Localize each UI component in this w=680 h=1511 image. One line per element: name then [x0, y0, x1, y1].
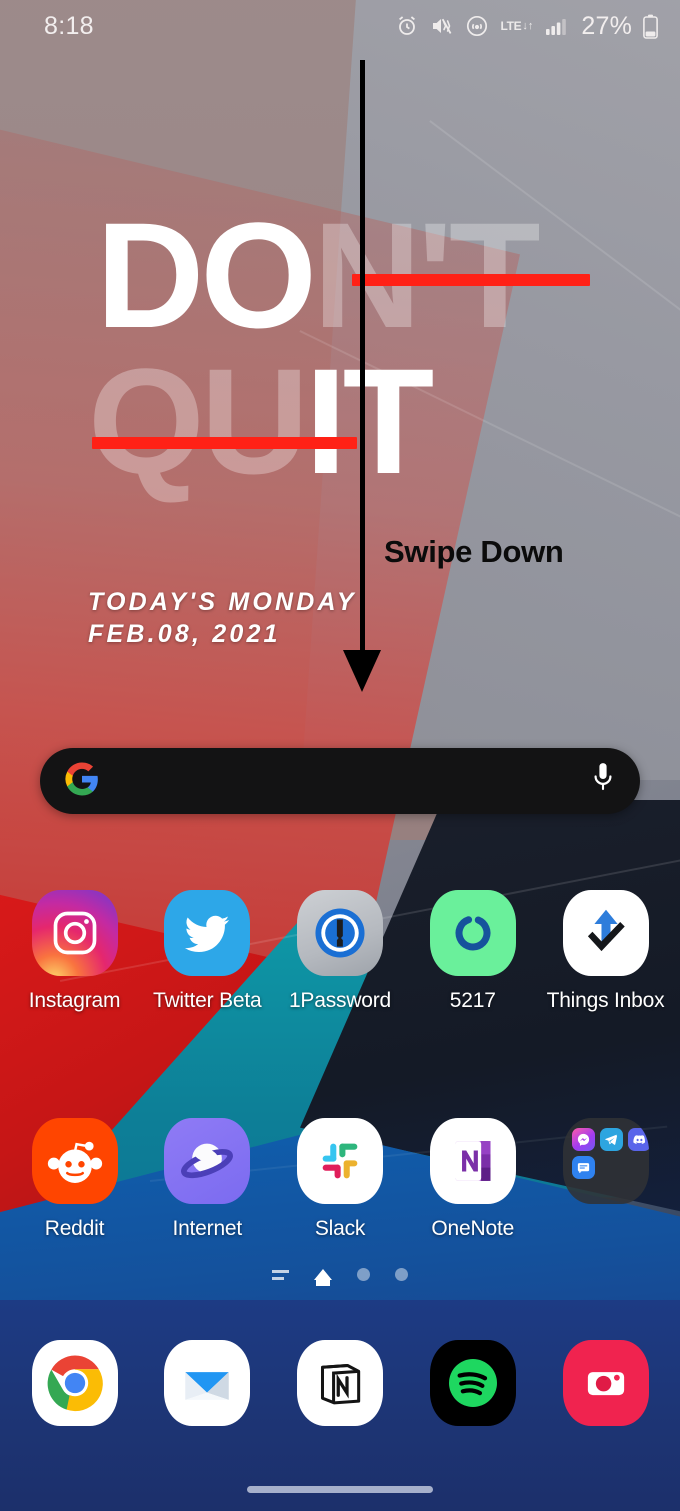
wallpaper-quote: DON'T QUIT [0, 200, 680, 536]
google-search-bar[interactable] [40, 748, 640, 814]
lte-label: LTE [500, 19, 522, 33]
date-line-2: FEB.08, 2021 [88, 620, 281, 648]
app-label: Reddit [44, 1217, 105, 1240]
page-dot[interactable] [357, 1268, 370, 1281]
mute-vibrate-icon [430, 14, 454, 38]
instagram-icon[interactable] [31, 890, 118, 976]
battery-icon [643, 14, 658, 39]
app-slack[interactable]: Slack [277, 1118, 404, 1241]
alarm-icon [395, 14, 419, 38]
slack-icon[interactable] [297, 1118, 383, 1204]
app-folder[interactable] [542, 1118, 669, 1241]
dock [0, 1340, 680, 1439]
5217-timer-icon[interactable] [429, 890, 516, 976]
google-g-icon[interactable] [64, 761, 100, 802]
hotspot-icon [465, 14, 489, 38]
dock-camera[interactable] [542, 1340, 669, 1439]
app-label: 5217 [449, 989, 496, 1012]
dock-spotify[interactable] [409, 1340, 536, 1439]
discord-icon [627, 1128, 649, 1151]
swipe-arrow-shaft [360, 60, 365, 668]
app-instagram[interactable]: Instagram [11, 890, 138, 1013]
app-label: 1Password [288, 989, 392, 1012]
app-label: OneNote [431, 1217, 515, 1240]
messages-icon [571, 1156, 595, 1179]
camera-icon[interactable] [562, 1340, 649, 1426]
app-label: Things Inbox [546, 989, 665, 1012]
app-grid: Instagram Twitter Beta 1Password 5217 Th… [0, 890, 680, 1241]
samsung-internet-icon[interactable] [164, 1118, 251, 1204]
things-inbox-icon[interactable] [562, 890, 649, 976]
app-internet[interactable]: Internet [144, 1118, 271, 1241]
twitter-icon[interactable] [164, 890, 251, 976]
quote-it: IT [305, 337, 434, 505]
page-dot[interactable] [395, 1268, 408, 1281]
lte-icon: LTE ↓↑ [500, 19, 534, 33]
gesture-nav-pill[interactable] [247, 1486, 433, 1493]
phone-screen: DON'T QUIT TODAY'S MONDAY FEB.08, 2021 S… [0, 0, 680, 1511]
app-1password[interactable]: 1Password [277, 890, 404, 1013]
swipe-down-label: Swipe Down [384, 534, 564, 569]
quote-do: DO [96, 191, 317, 359]
app-label: Internet [172, 1217, 243, 1240]
status-bar: 8:18 LTE ↓↑ 27% [0, 0, 680, 52]
signal-bars-icon [544, 15, 568, 37]
page-indicator [0, 1268, 680, 1286]
red-strike-line-bottom [92, 437, 357, 449]
battery-percent: 27% [581, 11, 632, 40]
dock-chrome[interactable] [11, 1340, 138, 1439]
wallpaper-date: TODAY'S MONDAY FEB.08, 2021 [88, 586, 357, 650]
spotify-icon[interactable] [429, 1340, 516, 1426]
red-strike-line-top [352, 274, 590, 286]
onenote-icon[interactable] [429, 1118, 516, 1204]
home-page-icon[interactable] [314, 1269, 332, 1286]
app-label: Slack [314, 1217, 366, 1240]
swipe-arrow-head [343, 650, 381, 692]
google-feed-icon[interactable] [272, 1269, 289, 1280]
app-row-1: Instagram Twitter Beta 1Password 5217 Th… [0, 890, 680, 1013]
app-5217[interactable]: 5217 [409, 890, 536, 1013]
app-label: Twitter Beta [153, 989, 262, 1012]
microphone-icon[interactable] [590, 761, 616, 802]
app-row-2: Reddit Internet Slack OneNote [0, 1118, 680, 1241]
onepassword-icon[interactable] [297, 890, 383, 976]
chrome-icon[interactable] [31, 1340, 118, 1426]
app-reddit[interactable]: Reddit [11, 1118, 138, 1241]
dock-notion[interactable] [277, 1340, 404, 1439]
telegram-icon [599, 1128, 623, 1151]
email-icon[interactable] [164, 1340, 251, 1426]
date-line-1: TODAY'S MONDAY [88, 588, 357, 616]
reddit-icon[interactable] [31, 1118, 118, 1204]
app-label: Instagram [28, 989, 121, 1012]
app-things-inbox[interactable]: Things Inbox [542, 890, 669, 1013]
notion-icon[interactable] [297, 1340, 383, 1426]
status-time: 8:18 [44, 11, 94, 40]
app-twitter-beta[interactable]: Twitter Beta [144, 890, 271, 1013]
app-folder-icon[interactable] [562, 1118, 649, 1204]
messenger-icon [571, 1128, 595, 1151]
app-onenote[interactable]: OneNote [409, 1118, 536, 1241]
quote-qu: QU [88, 337, 309, 505]
dock-email[interactable] [144, 1340, 271, 1439]
